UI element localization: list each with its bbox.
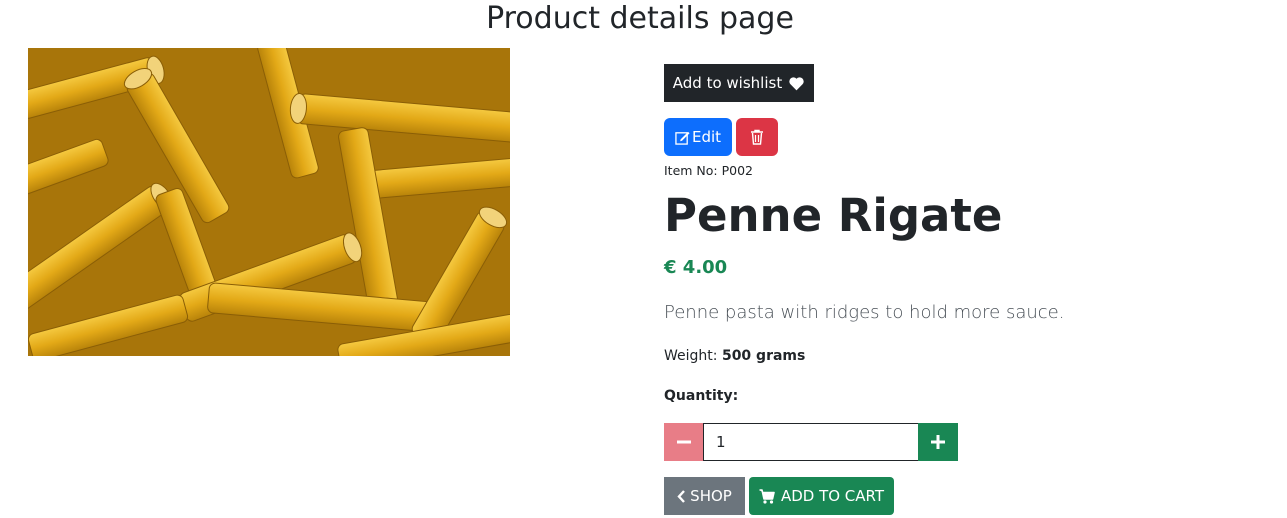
trash-icon (750, 129, 764, 145)
decrease-quantity-button[interactable] (664, 423, 704, 461)
shop-button[interactable]: SHOP (664, 477, 745, 515)
shop-label: SHOP (690, 487, 732, 505)
minus-icon (676, 434, 692, 450)
product-image (28, 48, 510, 356)
item-number: Item No: P002 (664, 163, 754, 178)
chevron-left-icon (677, 489, 686, 503)
product-description: Penne pasta with ridges to hold more sau… (664, 302, 1065, 323)
edit-icon (675, 130, 690, 145)
edit-label: Edit (691, 128, 722, 146)
quantity-label: Quantity: (664, 388, 739, 404)
edit-button[interactable]: Edit (664, 118, 732, 156)
product-weight: Weight: 500 grams (664, 346, 805, 366)
product-price: € 4.00 (664, 257, 728, 278)
add-to-cart-button[interactable]: ADD TO CART (749, 477, 894, 515)
add-to-wishlist-button[interactable]: Add to wishlist (664, 64, 814, 102)
cart-icon (759, 488, 775, 504)
add-to-cart-label: ADD TO CART (780, 487, 885, 505)
weight-value: 500 grams (721, 348, 806, 364)
quantity-input[interactable] (703, 423, 919, 461)
plus-icon (930, 434, 946, 450)
increase-quantity-button[interactable] (918, 423, 958, 461)
delete-button[interactable] (736, 118, 778, 156)
wishlist-label: Add to wishlist (672, 74, 783, 92)
product-name: Penne Rigate (664, 189, 1003, 242)
heart-icon (788, 76, 805, 91)
weight-label: Weight: (664, 348, 718, 364)
product-details: Add to wishlist Edit Item No: P002 Penne… (664, 0, 1264, 518)
